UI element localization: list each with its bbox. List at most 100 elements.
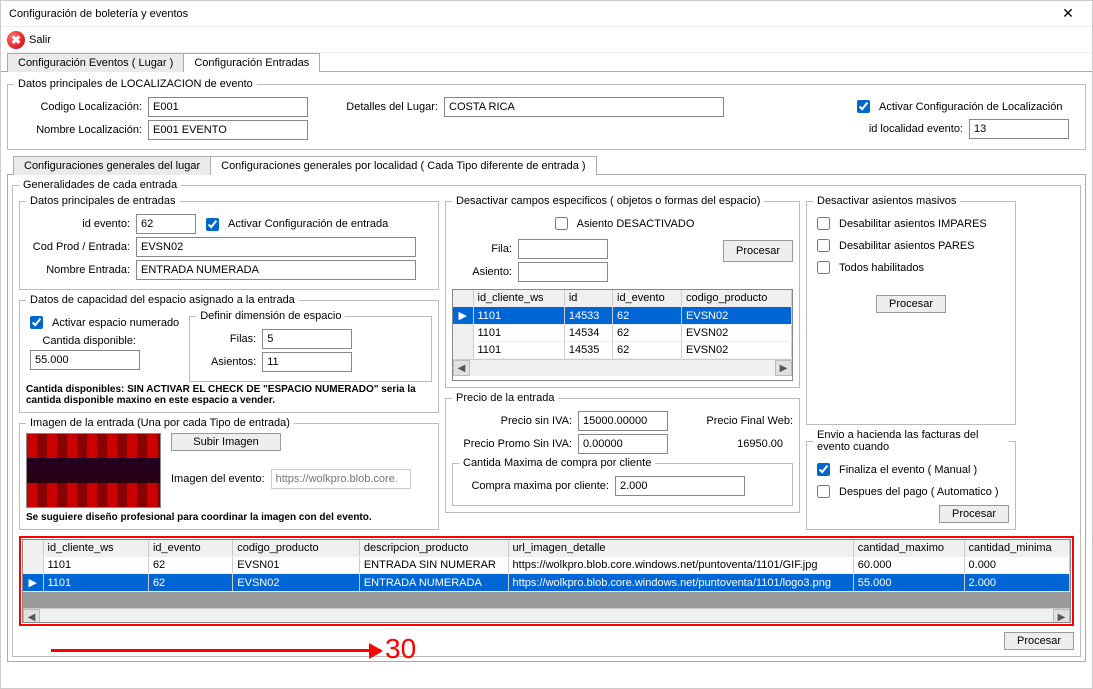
numerado-label: Activar espacio numerado <box>52 317 179 329</box>
imgurl-input <box>271 469 411 489</box>
codigo-loc-input[interactable] <box>148 97 308 117</box>
annotation-number: 30 <box>385 633 416 665</box>
scroll-left-icon[interactable]: ◀ <box>23 609 40 623</box>
table-cell: 62 <box>148 574 232 592</box>
table-row[interactable]: 11011453562EVSN02 <box>453 342 792 359</box>
capacidad-group: Datos de capacidad del espacio asignado … <box>19 294 439 413</box>
detalles-input[interactable] <box>444 97 724 117</box>
filas-input[interactable] <box>262 329 352 349</box>
manual-label: Finaliza el evento ( Manual ) <box>839 464 977 476</box>
column-header[interactable]: id_cliente_ws <box>43 540 148 557</box>
imagen-note: Se suguiere diseño profesional para coor… <box>26 512 432 523</box>
asiento-input[interactable] <box>518 262 608 282</box>
subir-imagen-button[interactable]: Subir Imagen <box>171 433 281 451</box>
idevento-input[interactable] <box>136 214 196 234</box>
scroll-right-icon[interactable]: ▶ <box>1053 609 1070 623</box>
table-cell: EVSN02 <box>682 307 792 325</box>
codprod-label: Cod Prod / Entrada: <box>26 241 130 253</box>
titlebar: Configuración de boletería y eventos ✕ <box>1 1 1092 27</box>
asiento-label: Asiento: <box>452 266 512 278</box>
maxcompra-label: Compra maxima por cliente: <box>459 480 609 492</box>
siniva-input[interactable] <box>578 411 668 431</box>
column-header[interactable]: descripcion_producto <box>359 540 508 557</box>
impares-check[interactable] <box>817 217 830 230</box>
subtab-general[interactable]: Configuraciones generales del lugar <box>13 156 211 175</box>
col-codprod[interactable]: codigo_producto <box>682 290 792 307</box>
col-idevento[interactable]: id_evento <box>613 290 682 307</box>
todos-check[interactable] <box>817 261 830 274</box>
auto-label: Despues del pago ( Automatico ) <box>839 486 999 498</box>
table-cell: EVSN02 <box>233 574 360 592</box>
tab-entradas[interactable]: Configuración Entradas <box>183 53 320 72</box>
pares-check[interactable] <box>817 239 830 252</box>
table-row[interactable]: 11011453462EVSN02 <box>453 325 792 342</box>
desactivar-group: Desactivar campos especificos ( objetos … <box>445 195 800 388</box>
column-header[interactable]: id_evento <box>148 540 232 557</box>
nombreentrada-label: Nombre Entrada: <box>26 264 130 276</box>
dimension-group: Definir dimensión de espacio Filas: Asie… <box>189 310 432 382</box>
table-cell: 62 <box>148 557 232 574</box>
col-id[interactable]: id <box>564 290 612 307</box>
table-cell: 1101 <box>43 557 148 574</box>
table-cell: https://wolkpro.blob.core.windows.net/pu… <box>508 574 853 592</box>
activar-loc-label: Activar Configuración de Localización <box>879 101 1062 113</box>
cantdisp-input[interactable] <box>30 350 140 370</box>
idloc-input[interactable] <box>969 119 1069 139</box>
loc-group: Datos principales de LOCALIZACION de eve… <box>7 78 1086 150</box>
nombre-loc-input[interactable] <box>148 120 308 140</box>
filas-label: Filas: <box>196 333 256 345</box>
table-cell: 1101 <box>473 307 564 325</box>
codigo-loc-label: Codigo Localización: <box>14 101 142 113</box>
masivo-procesar-button[interactable]: Procesar <box>876 295 946 313</box>
toolbar: ✖ Salir <box>1 27 1092 53</box>
auto-check[interactable] <box>817 485 830 498</box>
column-header[interactable]: url_imagen_detalle <box>508 540 853 557</box>
fila-input[interactable] <box>518 239 608 259</box>
table-cell: 62 <box>613 325 682 342</box>
table-cell: 60.000 <box>853 557 964 574</box>
close-icon[interactable]: ✕ <box>1052 5 1084 22</box>
column-header[interactable]: cantidad_maximo <box>853 540 964 557</box>
subtab-porlocalidad[interactable]: Configuraciones generales por localidad … <box>210 156 596 175</box>
numerado-check[interactable] <box>30 316 43 329</box>
asiento-desact-check[interactable] <box>555 217 568 230</box>
datos-entrada-group: Datos principales de entradas id evento:… <box>19 195 439 290</box>
manual-check[interactable] <box>817 463 830 476</box>
col-idclientews[interactable]: id_cliente_ws <box>473 290 564 307</box>
exit-label[interactable]: Salir <box>29 34 51 46</box>
tab-lugar[interactable]: Configuración Eventos ( Lugar ) <box>7 53 184 72</box>
hacienda-procesar-button[interactable]: Procesar <box>939 505 1009 523</box>
maxcompra-input[interactable] <box>615 476 745 496</box>
table-cell: 14533 <box>564 307 612 325</box>
generalidades-group: Generalidades de cada entrada Datos prin… <box>12 179 1081 657</box>
entradas-grid[interactable]: id_cliente_wsid_eventocodigo_productodes… <box>22 539 1071 623</box>
detalles-label: Detalles del Lugar: <box>328 101 438 113</box>
asientos-scrollbar[interactable]: ◀ ▶ <box>453 359 792 376</box>
exit-icon[interactable]: ✖ <box>7 31 25 49</box>
table-row[interactable]: 110162EVSN01ENTRADA SIN NUMERARhttps://w… <box>23 557 1070 574</box>
annotation-arrow <box>51 649 381 652</box>
bigtable-scrollbar[interactable]: ◀ ▶ <box>23 608 1070 623</box>
promo-input[interactable] <box>578 434 668 454</box>
footer-procesar-button[interactable]: Procesar <box>1004 632 1074 650</box>
desactivar-procesar-button[interactable]: Procesar <box>723 240 793 262</box>
table-cell: 14535 <box>564 342 612 359</box>
activar-loc-check[interactable] <box>857 100 870 113</box>
hacienda-group: Envio a hacienda las facturas del evento… <box>806 429 1016 530</box>
table-row[interactable]: ▶110162EVSN02ENTRADA NUMERADAhttps://wol… <box>23 574 1070 592</box>
subtab-body: Generalidades de cada entrada Datos prin… <box>7 174 1086 662</box>
loc-legend: Datos principales de LOCALIZACION de eve… <box>14 78 257 90</box>
precio-group: Precio de la entrada Precio sin IVA: Pre… <box>445 392 800 513</box>
table-row[interactable]: ▶11011453362EVSN02 <box>453 307 792 325</box>
codprod-input[interactable] <box>136 237 416 257</box>
hacienda-legend: Envio a hacienda las facturas del evento… <box>813 429 1009 453</box>
asientos-grid[interactable]: id_cliente_ws id id_evento codigo_produc… <box>452 289 793 381</box>
column-header[interactable]: codigo_producto <box>233 540 360 557</box>
scroll-right-icon[interactable]: ▶ <box>775 360 792 376</box>
asientos-input[interactable] <box>262 352 352 372</box>
column-header[interactable]: cantidad_minima <box>964 540 1069 557</box>
activar-entrada-check[interactable] <box>206 218 219 231</box>
table-cell: 55.000 <box>853 574 964 592</box>
scroll-left-icon[interactable]: ◀ <box>453 360 470 376</box>
nombreentrada-input[interactable] <box>136 260 416 280</box>
